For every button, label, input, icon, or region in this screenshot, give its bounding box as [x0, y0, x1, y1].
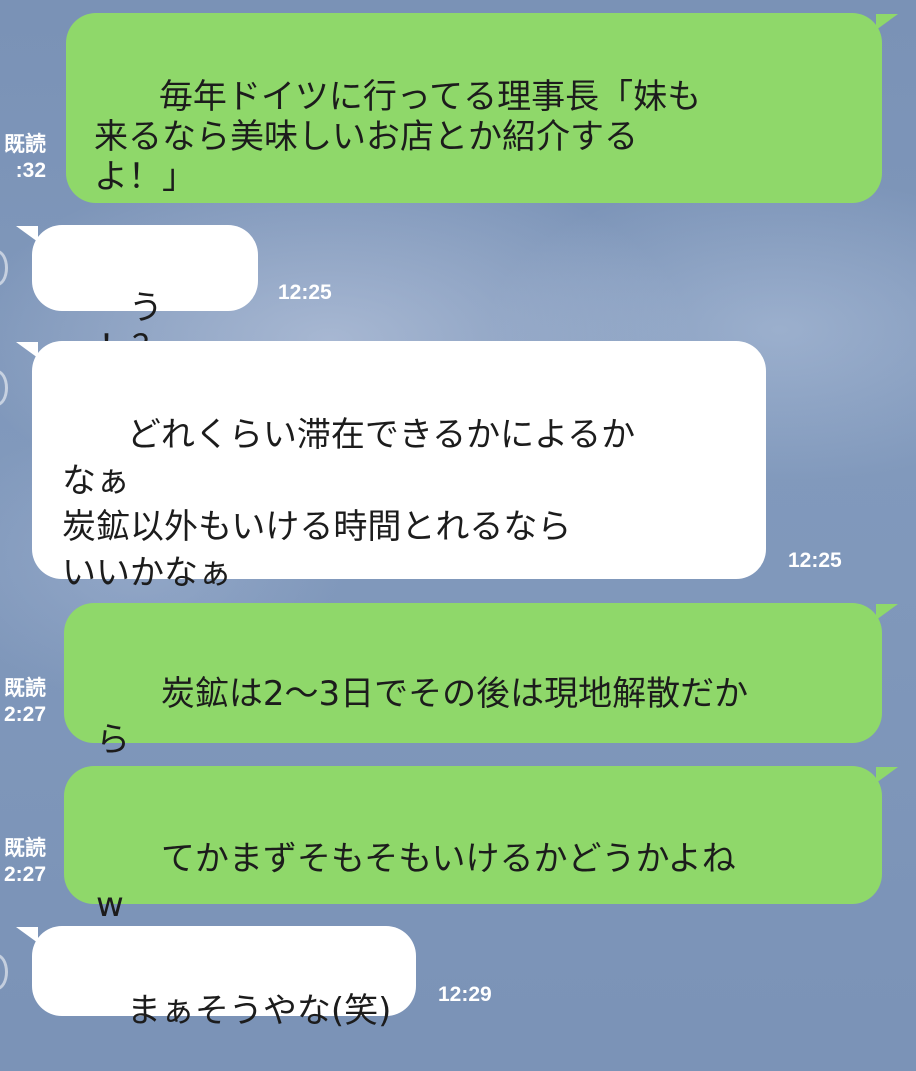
message-text: どれくらい滞在できるかによるか なぁ 炭鉱以外もいける時間とれるなら いいかなぁ	[62, 415, 636, 593]
message-time: :32	[15, 159, 46, 182]
message-status: 既読 2:27	[0, 676, 46, 728]
message-bubble[interactable]: 炭鉱は2〜3日でその後は現地解散だか ら	[64, 603, 882, 760]
message-time: 12:29	[438, 983, 492, 1006]
read-receipt: 既読	[4, 133, 46, 156]
bubble-tail	[876, 604, 898, 620]
message-status: 既読 2:27	[0, 836, 46, 888]
message-time: 2:27	[3, 703, 46, 726]
message-status: 既読 :32	[0, 132, 46, 184]
message-bubble[interactable]: どれくらい滞在できるかによるか なぁ 炭鉱以外もいける時間とれるなら いいかなぁ	[32, 341, 766, 593]
message-time: 12:25	[278, 281, 332, 304]
message-bubble[interactable]: うっ！？	[32, 225, 258, 368]
read-receipt: 既読	[4, 677, 46, 700]
read-receipt: 既読	[4, 837, 46, 860]
message-bubble[interactable]: てかまずそもそもいけるかどうかよね w	[64, 766, 882, 925]
message-bubble[interactable]: 毎年ドイツに行ってる理事長「妹も 来るなら美味しいお店とか紹介する よ！」	[66, 13, 882, 203]
bubble-tail	[876, 14, 898, 30]
message-text: まぁそうやな(笑)	[126, 991, 392, 1031]
bubble-tail	[876, 767, 898, 783]
message-time: 12:25	[788, 549, 842, 572]
message-bubble[interactable]: まぁそうやな(笑)	[32, 926, 416, 1031]
message-time: 2:27	[3, 863, 46, 886]
message-text: 毎年ドイツに行ってる理事長「妹も 来るなら美味しいお店とか紹介する よ！」	[94, 77, 702, 197]
